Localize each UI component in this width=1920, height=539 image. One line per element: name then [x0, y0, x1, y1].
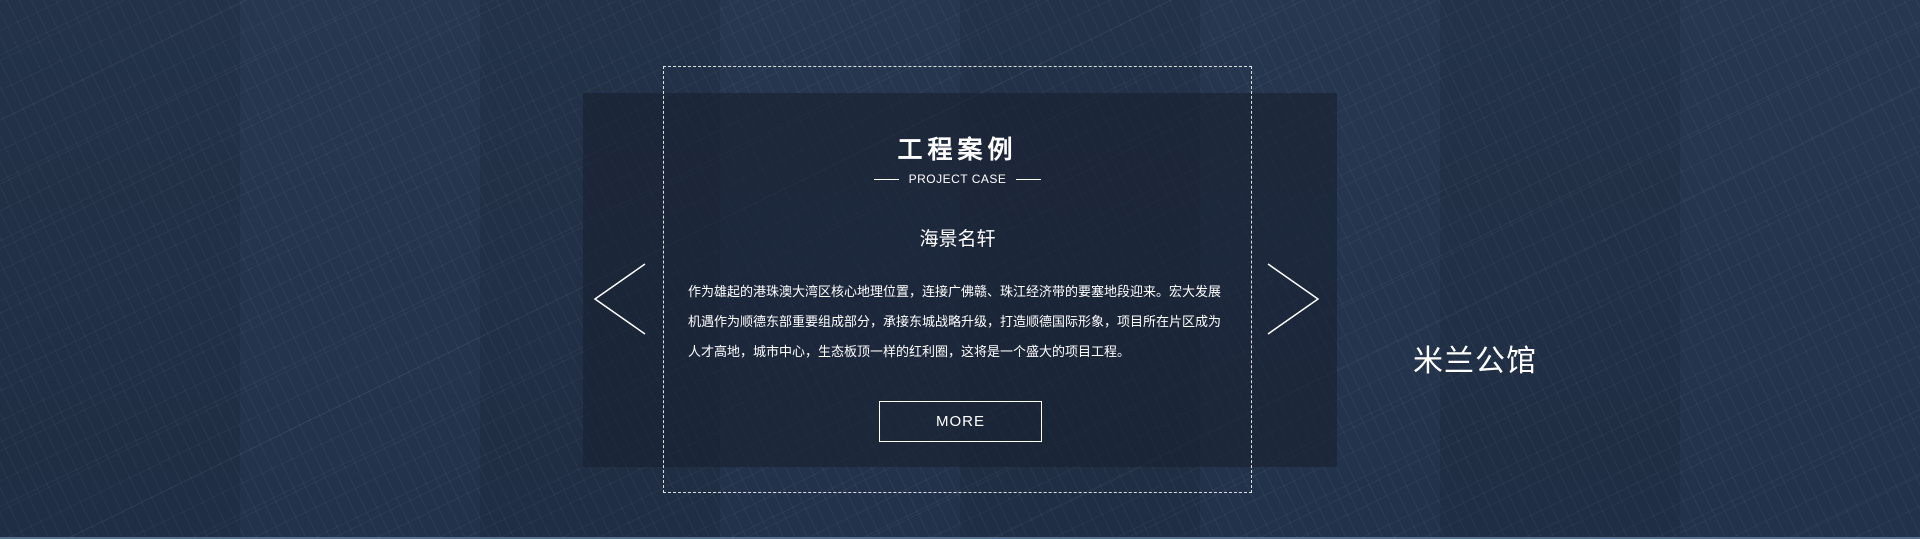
subtitle-left-rule [873, 178, 899, 180]
subtitle-right-rule [1016, 178, 1042, 180]
next-slide-button[interactable] [1266, 263, 1320, 335]
more-button[interactable]: MORE [879, 401, 1042, 442]
project-case-banner: 工程案例 PROJECT CASE 海景名轩 作为雄起的港珠澳大湾区核心地理位置… [0, 0, 1920, 539]
project-description: 作为雄起的港珠澳大湾区核心地理位置，连接广佛赣、珠江经济带的要塞地段迎来。宏大发… [688, 285, 1222, 360]
prev-slide-button[interactable] [593, 263, 647, 335]
section-title: 工程案例 [897, 135, 1018, 164]
section-subtitle: PROJECT CASE [908, 172, 1007, 186]
project-name: 海景名轩 [919, 228, 996, 250]
project-case-content: 工程案例 PROJECT CASE 海景名轩 作为雄起的港珠澳大湾区核心地理位置… [663, 66, 1252, 493]
section-subtitle-row: PROJECT CASE [663, 172, 1252, 186]
next-project-name[interactable]: 米兰公馆 [1413, 336, 1537, 380]
chevron-right-icon [1267, 263, 1320, 335]
chevron-left-icon [593, 263, 646, 335]
